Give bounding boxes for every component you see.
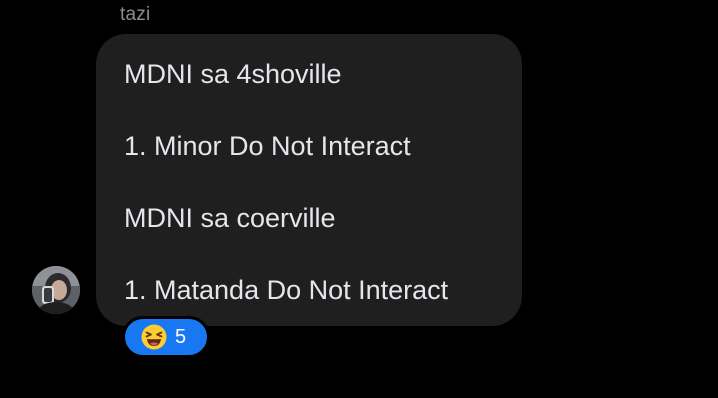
message-line: MDNI sa coerville xyxy=(124,203,336,233)
avatar-photo-icon xyxy=(32,266,80,314)
message-bubble[interactable]: MDNI sa 4shoville 1. Minor Do Not Intera… xyxy=(96,34,522,326)
message-line: 1. Matanda Do Not Interact xyxy=(124,275,449,305)
chat-thread: tazi MDNI sa 4shoville 1. Minor Do Not I… xyxy=(0,0,718,398)
reaction-pill[interactable]: 5 xyxy=(122,316,210,358)
sender-avatar[interactable] xyxy=(32,266,80,314)
message-line: 1. Minor Do Not Interact xyxy=(124,131,411,161)
laughing-squint-emoji-icon xyxy=(141,324,167,350)
message-line: MDNI sa 4shoville xyxy=(124,59,342,89)
reaction-count: 5 xyxy=(175,326,187,348)
sender-name: tazi xyxy=(120,4,151,25)
